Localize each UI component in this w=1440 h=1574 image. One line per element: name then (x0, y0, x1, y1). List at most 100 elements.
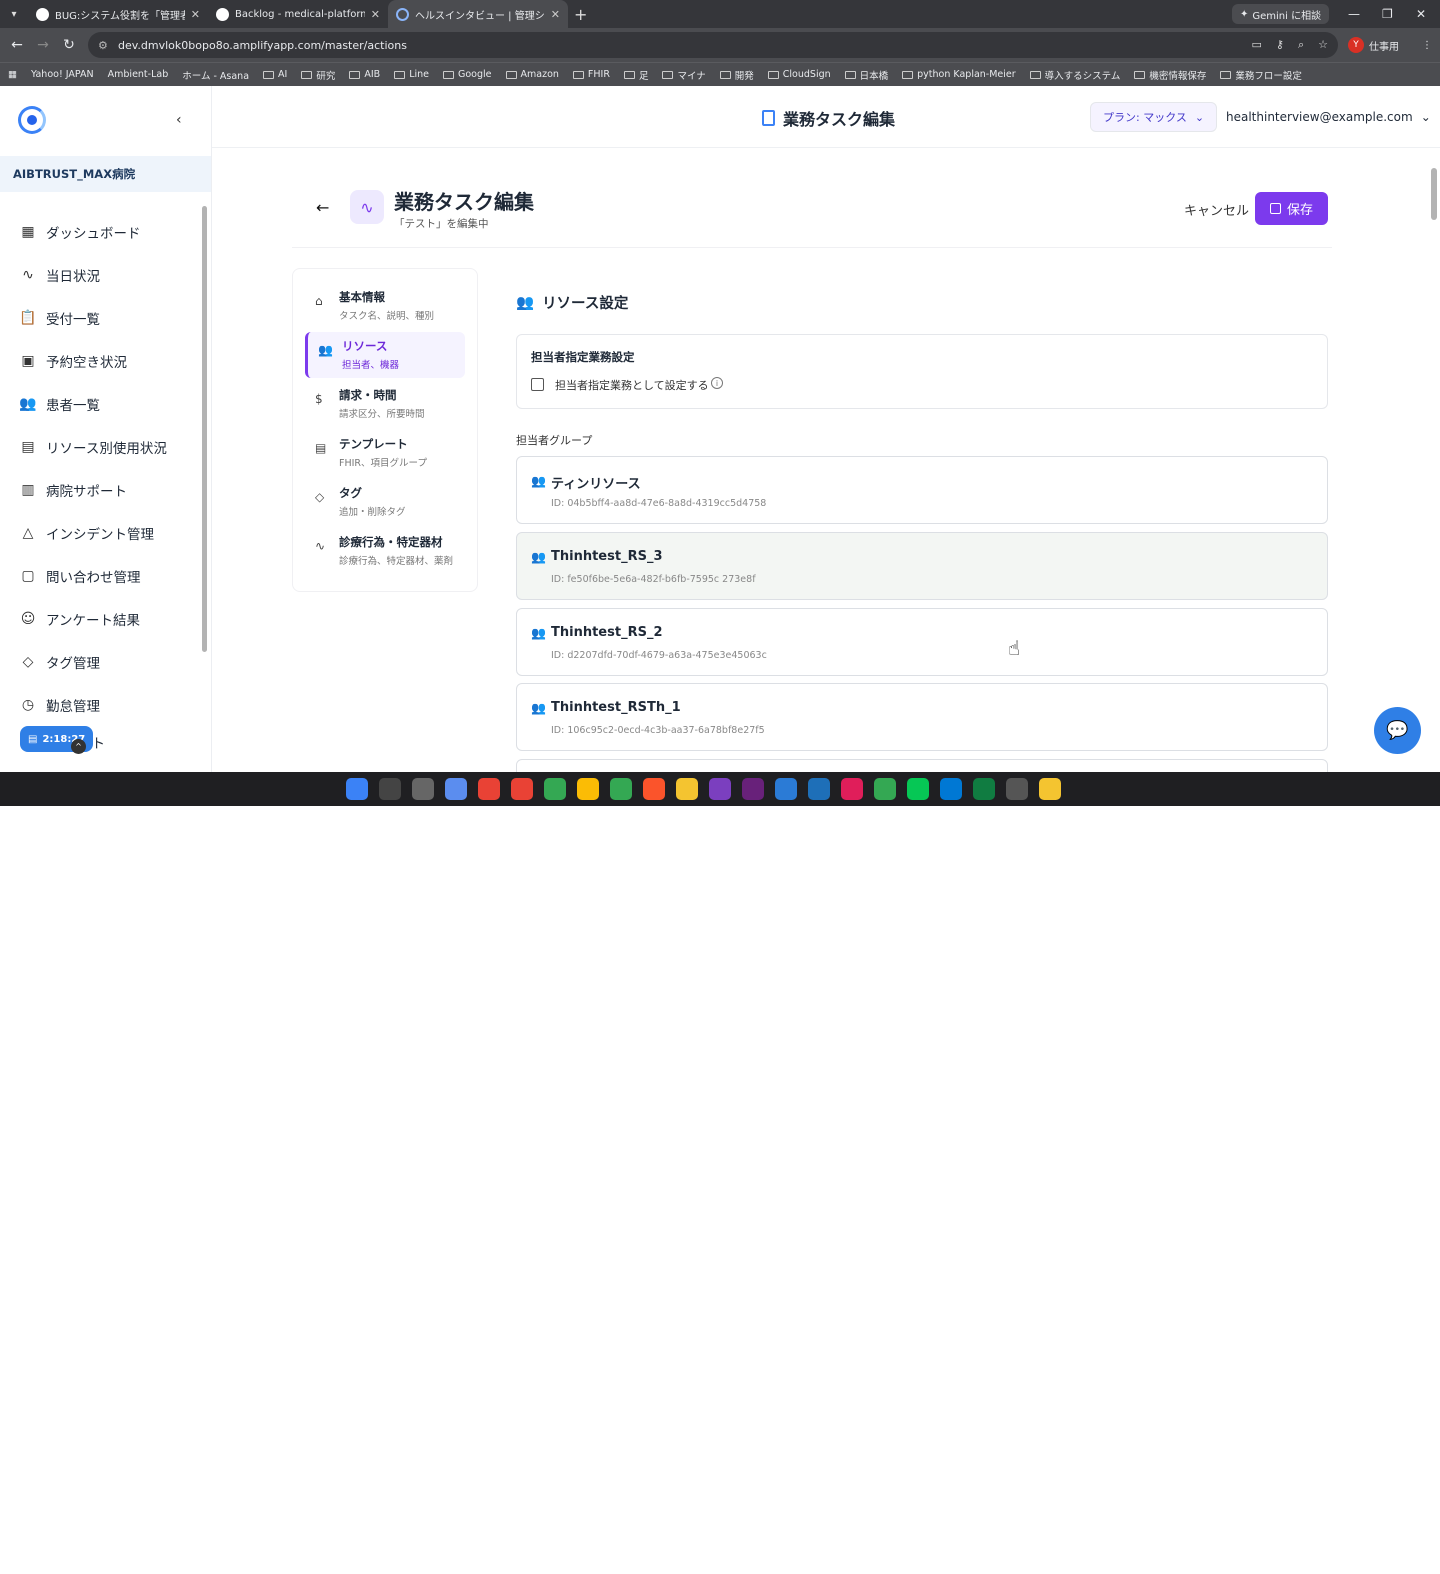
notes-icon[interactable] (1039, 778, 1061, 800)
app-logo[interactable] (18, 106, 46, 134)
bookmark-folder[interactable]: CloudSign (767, 69, 831, 80)
search-icon[interactable] (379, 778, 401, 800)
sidebar-item-inquiries[interactable]: ▢ 問い合わせ管理 (0, 554, 200, 597)
close-icon[interactable]: ✕ (191, 8, 200, 21)
task-view-icon[interactable] (412, 778, 434, 800)
back-arrow-icon[interactable]: ← (316, 198, 329, 217)
bookmark-folder[interactable]: 足 (623, 68, 648, 82)
nav-item-template[interactable]: ▤ テンプレート FHIR、項目グループ (305, 430, 465, 476)
bookmark-folder[interactable]: 機密情報保存 (1134, 68, 1206, 82)
more-icon[interactable]: ⋮ (1422, 40, 1432, 51)
minimize-icon[interactable]: — (1348, 0, 1360, 28)
sidebar-item-survey[interactable]: ☺ アンケート結果 (0, 597, 200, 640)
bookmark-folder[interactable]: AIB (349, 69, 380, 80)
app-icon[interactable] (808, 778, 830, 800)
sidebar-item-today[interactable]: ∿ 当日状況 (0, 253, 200, 296)
nav-item-tags[interactable]: ◇ タグ 追加・削除タグ (305, 479, 465, 525)
browser-tab[interactable]: BUG:システム役割を「管理者ユーザ ✕ (28, 0, 208, 28)
assign-checkbox-label[interactable]: 担当者指定業務として設定する (555, 377, 709, 393)
bookmark-folder[interactable]: Line (394, 69, 429, 80)
chrome-icon[interactable] (511, 778, 533, 800)
line-icon[interactable] (907, 778, 929, 800)
key-icon[interactable]: ⚷ (1276, 38, 1284, 52)
sidebar-item-tags[interactable]: ◇ タグ管理 (0, 640, 200, 683)
nav-item-procedures[interactable]: ∿ 診療行為・特定器材 診療行為、特定器材、薬剤 (305, 528, 465, 574)
bookmark-folder[interactable]: マイナ (662, 68, 706, 82)
bookmark-folder[interactable]: 研究 (301, 68, 335, 82)
nav-item-resources[interactable]: 👥 リソース 担当者、機器 (305, 332, 465, 378)
sidebar-item-incidents[interactable]: △ インシデント管理 (0, 511, 200, 554)
app-icon[interactable] (445, 778, 467, 800)
app-icon[interactable] (1006, 778, 1028, 800)
reload-icon[interactable]: ↻ (56, 37, 82, 53)
browser-tab[interactable]: Backlog - medical-platform ✕ (208, 0, 388, 28)
new-tab-icon[interactable]: + (574, 5, 587, 24)
zoom-icon[interactable]: ⌕ (1298, 38, 1304, 52)
restore-icon[interactable]: ❐ (1382, 0, 1393, 28)
back-icon[interactable]: ← (4, 37, 30, 53)
plan-dropdown[interactable]: プラン: マックス ⌄ (1090, 102, 1218, 132)
bookmark-folder[interactable]: Amazon (505, 69, 559, 80)
assign-checkbox[interactable] (531, 378, 544, 391)
cast-icon[interactable]: ▭ (1251, 38, 1261, 52)
app-icon[interactable] (775, 778, 797, 800)
system-clock[interactable]: 15:28 2026/06/05 (1370, 1550, 1434, 1574)
forward-icon[interactable]: → (30, 37, 56, 53)
sidebar-item-availability[interactable]: ▣ 予約空き状況 (0, 339, 200, 382)
resource-group-card[interactable]: 👥 Thinhtest_RS_3 ID: fe50f6be-5e6a-482f-… (516, 532, 1328, 600)
bookmark[interactable]: ホーム - Asana (182, 68, 249, 82)
tab-search-icon[interactable]: ▾ (0, 0, 28, 28)
sidebar-scrollbar[interactable] (202, 196, 208, 708)
visual-studio-icon[interactable] (709, 778, 731, 800)
nav-item-billing[interactable]: $ 請求・時間 請求区分、所要時間 (305, 381, 465, 427)
visual-studio-icon[interactable] (742, 778, 764, 800)
bookmark-folder[interactable]: 業務フロー設定 (1220, 68, 1302, 82)
excel-icon[interactable] (973, 778, 995, 800)
browser-tab-active[interactable]: ヘルスインタビュー | 管理システム ✕ (388, 0, 568, 28)
save-button[interactable]: 保存 (1255, 192, 1328, 225)
bookmark-star-icon[interactable]: ☆ (1318, 38, 1328, 52)
apps-icon[interactable]: ▦ (8, 69, 17, 80)
hospital-name[interactable]: AIBTRUST_MAX病院 (0, 156, 211, 192)
vscode-icon[interactable] (940, 778, 962, 800)
collapse-sidebar-icon[interactable]: ‹ (176, 112, 182, 128)
folder-icon[interactable] (676, 778, 698, 800)
profile-chip[interactable]: Y 仕事用 ⋮ (1348, 35, 1432, 55)
gemini-button[interactable]: ✦ Gemini に相談 (1232, 4, 1330, 24)
resource-group-card[interactable]: 👥 Thinhtest_RS_2 ID: d2207dfd-70df-4679-… (516, 608, 1328, 676)
cancel-button[interactable]: キャンセル (1184, 200, 1249, 219)
close-icon[interactable]: ✕ (551, 8, 560, 21)
chrome-icon[interactable] (610, 778, 632, 800)
sidebar-item-patients[interactable]: 👥 患者一覧 (0, 382, 200, 425)
bookmark-folder[interactable]: 導入するシステム (1029, 68, 1120, 82)
resource-group-card[interactable] (516, 759, 1328, 772)
chrome-icon[interactable] (577, 778, 599, 800)
main-scrollbar[interactable] (1428, 148, 1440, 772)
sidebar-item-resource-usage[interactable]: ▤ リソース別使用状況 (0, 425, 200, 468)
chevron-up-icon[interactable]: ^ (71, 739, 86, 754)
sidebar-item-support[interactable]: ▥ 病院サポート (0, 468, 200, 511)
bookmark-folder[interactable]: Google (443, 69, 492, 80)
chrome-icon[interactable] (544, 778, 566, 800)
scrollbar-thumb[interactable] (1431, 168, 1437, 220)
bookmark-folder[interactable]: 日本橋 (844, 68, 888, 82)
close-window-icon[interactable]: ✕ (1416, 0, 1426, 28)
brave-icon[interactable] (643, 778, 665, 800)
url-field[interactable]: ⚙ dev.dmvlok0bopo8o.amplifyapp.com/maste… (88, 32, 1338, 58)
bookmark-folder[interactable]: 開発 (719, 68, 754, 82)
resource-group-card[interactable]: 👥 ティンリソース ID: 04b5bff4-aa8d-47e6-8a8d-43… (516, 456, 1328, 524)
windows-start-icon[interactable] (346, 778, 368, 800)
nav-item-basic[interactable]: ⌂ 基本情報 タスク名、説明、種別 (305, 283, 465, 329)
scrollbar-thumb[interactable] (202, 206, 207, 652)
sidebar-item-reception[interactable]: 📋 受付一覧 (0, 296, 200, 339)
bookmark-folder[interactable]: FHIR (572, 69, 610, 80)
site-info-icon[interactable]: ⚙ (98, 39, 108, 52)
bookmark-folder[interactable]: python Kaplan-Meier (902, 69, 1016, 80)
chrome-icon[interactable] (874, 778, 896, 800)
bookmark-folder[interactable]: AI (263, 69, 287, 80)
info-icon[interactable]: i (711, 377, 723, 389)
sidebar-item-dashboard[interactable]: ▦ ダッシュボード (0, 210, 200, 253)
bookmark[interactable]: Ambient-Lab (108, 69, 169, 80)
chrome-icon[interactable] (478, 778, 500, 800)
slack-icon[interactable] (841, 778, 863, 800)
